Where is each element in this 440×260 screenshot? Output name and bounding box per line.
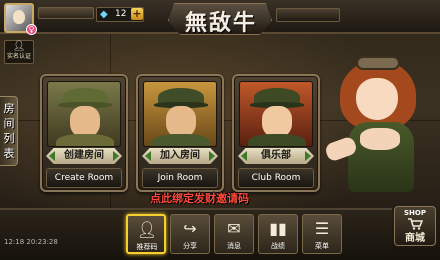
menu-label: 菜单 (315, 242, 329, 250)
person-icon: 👤︎ (136, 220, 158, 239)
join-room-card[interactable]: 加入房间 Join Room (136, 74, 224, 192)
create-room-button[interactable]: Create Room (46, 168, 122, 188)
menu-button[interactable]: ☰ 菜单 (302, 214, 342, 254)
officer-portrait (143, 81, 217, 147)
game-logo: 無敌牛 (168, 3, 272, 35)
join-room-button[interactable]: Join Room (142, 168, 218, 188)
share-label: 分享 (183, 242, 197, 250)
diamond-count: 12 (115, 9, 127, 19)
top-right-plate (276, 8, 340, 22)
club-ribbon: 俱乐部 (238, 148, 314, 164)
game-logo-text: 無敌牛 (184, 10, 257, 36)
arrow-right-icon (209, 151, 215, 161)
uniform-shape (248, 134, 306, 146)
share-button[interactable]: ↪ 分享 (170, 214, 210, 254)
bottom-toolbar: 12:18 20:23:28 👤︎ 推荐码 ↪ 分享 ✉ 消息 ▮▮ 战绩 ☰ … (0, 208, 392, 260)
mascot-character (322, 44, 440, 214)
arrow-right-icon (113, 151, 119, 161)
uniform-shape (56, 134, 114, 146)
record-label: 战绩 (271, 242, 285, 250)
bind-invite-hint: 点此绑定发财邀请码 (150, 192, 249, 205)
room-list-label: 房间列表 (3, 102, 15, 160)
shop-label: SHOP (404, 209, 426, 217)
room-list-tab[interactable]: 房间列表 (0, 96, 18, 166)
share-icon: ↪ (183, 219, 197, 238)
message-label: 消息 (227, 242, 241, 250)
create-room-label: 创建房间 (64, 150, 104, 161)
shop-button[interactable]: SHOP 商城 (394, 206, 436, 246)
club-room-card[interactable]: 俱乐部 Club Room (232, 74, 320, 192)
top-bar: ♀ ◆ 12 + 無敌牛 (0, 0, 440, 35)
add-diamond-button[interactable]: + (131, 8, 143, 20)
join-room-label: 加入房间 (160, 150, 200, 161)
soldier-portrait (47, 81, 121, 147)
realname-verify-button[interactable]: 👤︎ 实名认证 (4, 40, 34, 64)
bar-chart-icon: ▮▮ (269, 219, 287, 238)
invite-code-button[interactable]: 👤︎ 推荐码 (126, 214, 166, 254)
arrow-right-icon (305, 151, 311, 161)
shop-cn-label: 商城 (405, 233, 425, 244)
goggles-shape (356, 56, 400, 70)
join-room-ribbon: 加入房间 (142, 148, 218, 164)
female-gender-icon: ♀ (26, 24, 37, 35)
diamond-icon: ◆ (100, 9, 108, 20)
realname-verify-label: 实名认证 (6, 53, 31, 60)
clock-readout: 12:18 20:23:28 (4, 238, 58, 246)
player-name-plate (38, 7, 94, 19)
invite-code-label: 推荐码 (136, 243, 158, 251)
avatar-face (13, 10, 25, 24)
mail-icon: ✉ (227, 219, 241, 238)
face-shape (356, 78, 398, 120)
uniform-shape (152, 134, 210, 146)
person-icon: 👤︎ (12, 41, 26, 52)
create-room-ribbon: 创建房间 (46, 148, 122, 164)
club-room-en-label: Club Room (251, 173, 301, 183)
cart-icon (408, 218, 423, 230)
create-room-card[interactable]: 创建房间 Create Room (40, 74, 128, 192)
club-room-button[interactable]: Club Room (238, 168, 314, 188)
join-room-en-label: Join Room (157, 173, 203, 183)
chest-shape (360, 128, 400, 150)
create-room-en-label: Create Room (54, 173, 114, 183)
message-button[interactable]: ✉ 消息 (214, 214, 254, 254)
club-label: 俱乐部 (261, 150, 291, 161)
record-button[interactable]: ▮▮ 战绩 (258, 214, 298, 254)
menu-icon: ☰ (314, 219, 330, 238)
female-officer-portrait (239, 81, 313, 147)
game-lobby-screen: ♀ ◆ 12 + 無敌牛 👤︎ 实名认证 ♪ 房间列表 创建房间 (0, 0, 440, 260)
